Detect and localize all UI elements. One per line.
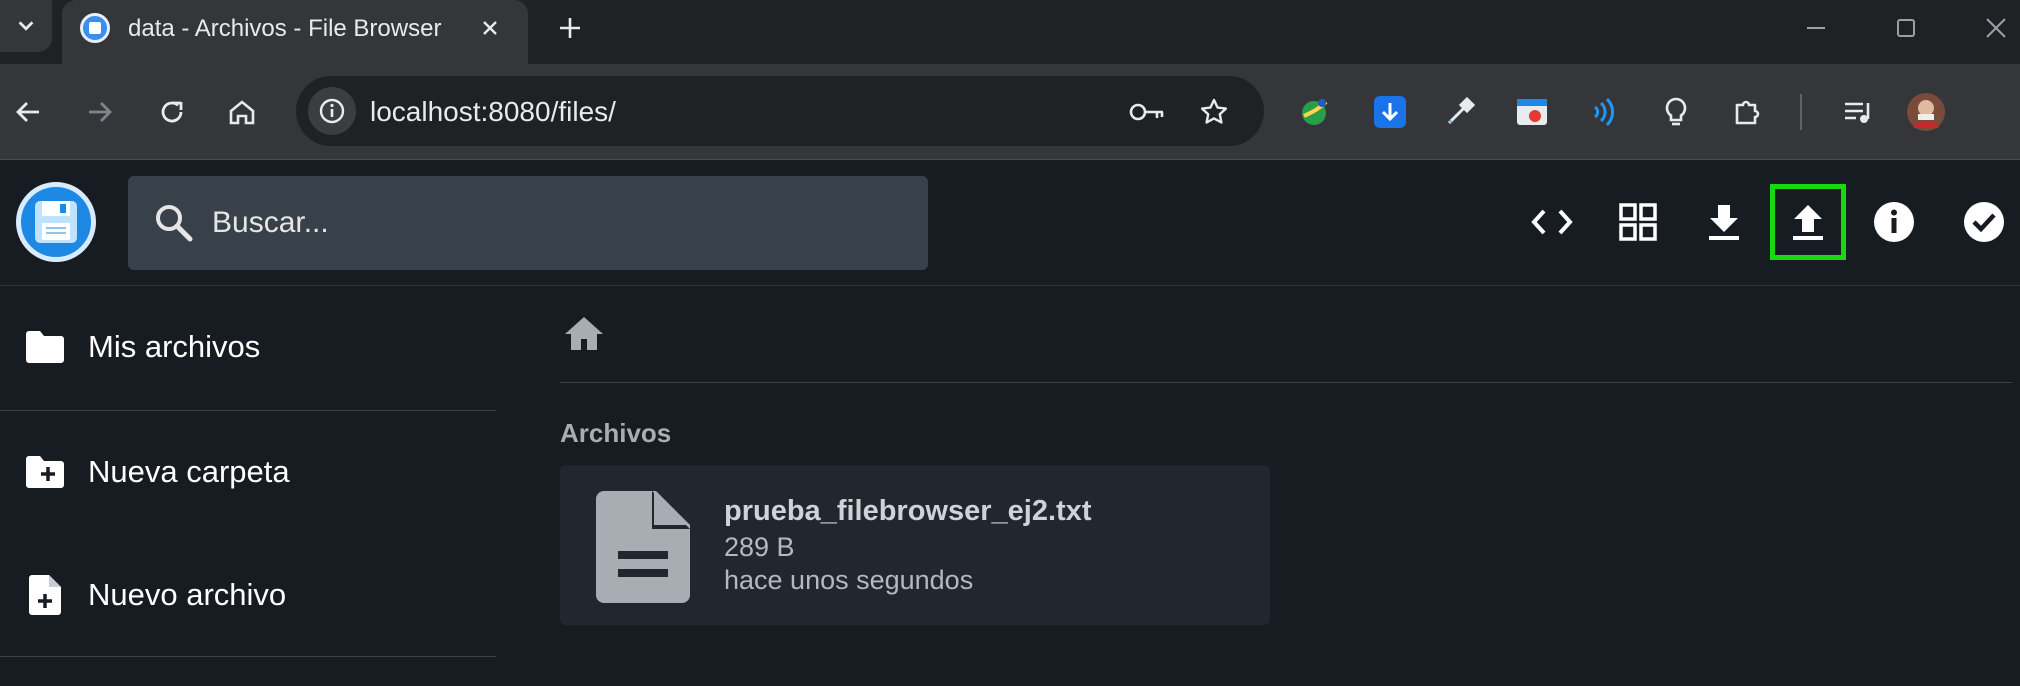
browser-tab-active[interactable]: data - Archivos - File Browser	[62, 0, 528, 64]
extension-lightbulb-icon[interactable]	[1656, 92, 1696, 132]
breadcrumb-home-icon[interactable]	[562, 312, 606, 356]
download-button[interactable]	[1686, 184, 1762, 260]
section-title: Archivos	[560, 418, 672, 448]
extensions-puzzle-icon[interactable]	[1728, 92, 1768, 132]
filebrowser-favicon-icon	[80, 13, 110, 43]
upload-button[interactable]	[1770, 184, 1846, 260]
sidebar-item-new-file[interactable]: Nuevo archivo	[0, 534, 496, 656]
code-icon	[1531, 209, 1573, 235]
bookmark-star-icon[interactable]	[1194, 92, 1234, 132]
sidebar-divider	[0, 656, 496, 657]
file-size: 289 B	[724, 532, 795, 562]
search-bar[interactable]	[128, 176, 928, 270]
extension-devtools-icon[interactable]	[1512, 92, 1552, 132]
key-icon[interactable]	[1128, 92, 1168, 132]
check-circle-icon	[1964, 202, 2004, 242]
breadcrumb-divider	[560, 382, 2012, 383]
app-header	[0, 160, 2020, 286]
browser-toolbar: localhost:8080/files/	[0, 64, 2020, 160]
new-file-icon	[22, 572, 68, 618]
extension-download-icon[interactable]	[1370, 92, 1410, 132]
new-folder-icon	[22, 449, 68, 495]
grid-view-icon	[1619, 203, 1657, 241]
search-input[interactable]	[212, 200, 902, 246]
tab-search-button[interactable]	[0, 0, 52, 52]
extension-wave-icon[interactable]	[1582, 92, 1622, 132]
file-modified: hace unos segundos	[724, 565, 974, 595]
back-icon[interactable]	[4, 88, 52, 136]
folder-icon	[22, 324, 68, 370]
home-icon[interactable]	[218, 88, 266, 136]
reload-icon[interactable]	[148, 88, 196, 136]
tab-title: data - Archivos - File Browser	[128, 15, 442, 42]
url-text: localhost:8080/files/	[370, 96, 616, 127]
info-icon	[1874, 202, 1914, 242]
search-icon	[156, 205, 193, 242]
sidebar-item-new-folder[interactable]: Nueva carpeta	[0, 411, 496, 533]
browser-tab-bar: data - Archivos - File Browser	[0, 0, 2020, 64]
info-button[interactable]	[1856, 184, 1932, 260]
close-window-icon[interactable]	[1976, 8, 2016, 48]
filebrowser-logo-icon[interactable]	[16, 182, 96, 262]
sidebar: Mis archivos Nueva carpeta Nuevo archivo	[0, 286, 496, 686]
minimize-icon[interactable]	[1796, 8, 1836, 48]
extension-globe-icon[interactable]	[1294, 92, 1334, 132]
document-icon	[596, 491, 690, 603]
address-bar[interactable]: localhost:8080/files/	[296, 76, 1264, 146]
sidebar-item-label: Nuevo archivo	[88, 577, 287, 612]
chevron-down-icon	[18, 21, 34, 31]
site-info-icon[interactable]	[308, 87, 356, 135]
grid-view-button[interactable]	[1600, 184, 1676, 260]
profile-avatar[interactable]	[1906, 92, 1946, 132]
code-view-button[interactable]	[1514, 184, 1590, 260]
file-name: prueba_filebrowser_ej2.txt	[724, 495, 1092, 527]
sidebar-item-my-files[interactable]: Mis archivos	[0, 286, 496, 408]
sidebar-item-label: Mis archivos	[88, 329, 261, 364]
extension-eyedropper-icon[interactable]	[1440, 92, 1480, 132]
sidebar-item-label: Nueva carpeta	[88, 454, 290, 489]
new-tab-icon[interactable]	[550, 8, 590, 48]
maximize-icon[interactable]	[1886, 8, 1926, 48]
download-icon	[1709, 205, 1739, 240]
tab-close-icon[interactable]	[474, 12, 506, 44]
upload-icon	[1793, 205, 1823, 240]
media-queue-icon[interactable]	[1838, 92, 1878, 132]
forward-icon[interactable]	[76, 88, 124, 136]
file-item[interactable]: prueba_filebrowser_ej2.txt 289 B hace un…	[560, 465, 1270, 625]
toolbar-separator	[1800, 94, 1802, 130]
select-button[interactable]	[1946, 184, 2020, 260]
